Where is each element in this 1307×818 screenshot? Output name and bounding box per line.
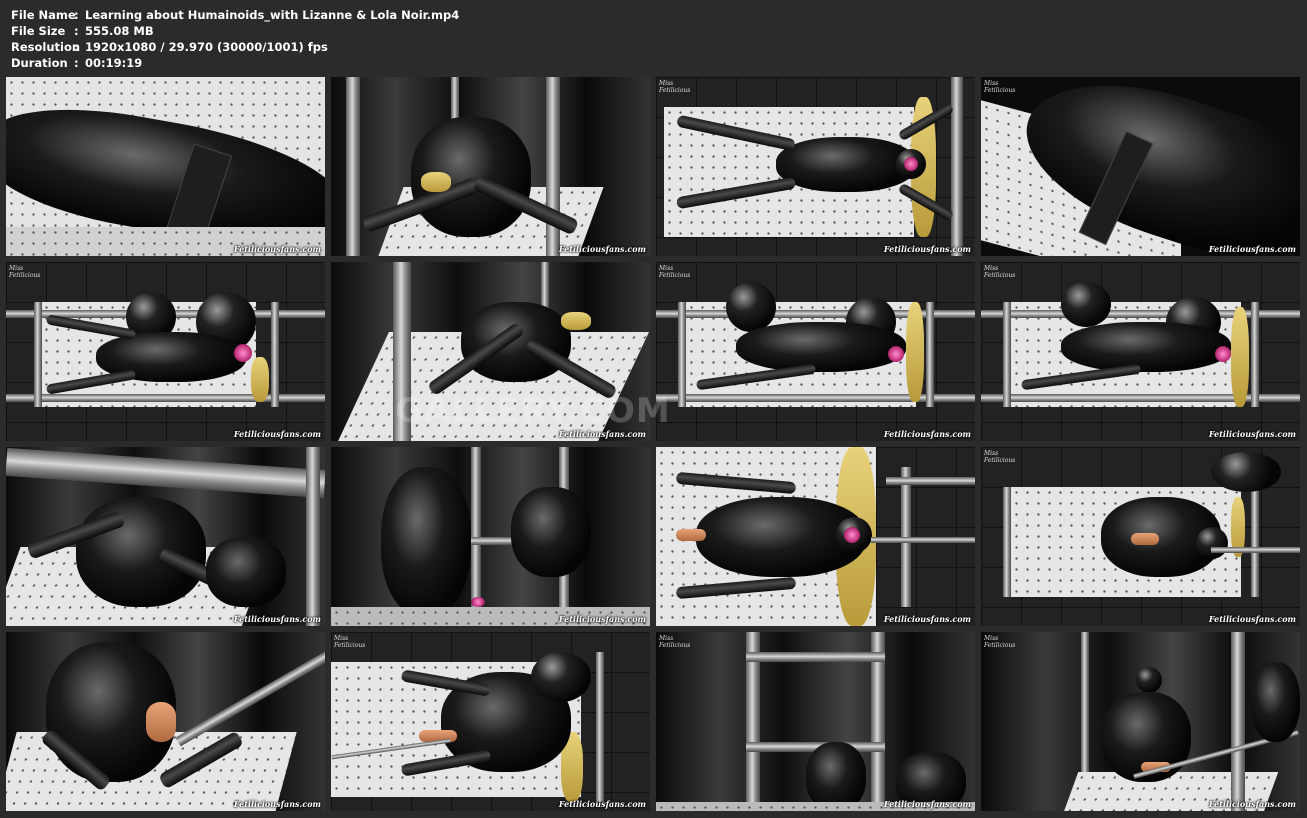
separator: : xyxy=(74,24,79,38)
brand-logo: Miss Fetilicious xyxy=(659,265,691,279)
duration-label: Duration xyxy=(11,56,68,70)
separator: : xyxy=(74,8,79,22)
thumbnail-14[interactable]: Miss Fetilicious Fetiliciousfans.com xyxy=(331,632,650,811)
thumbnail-8[interactable]: Miss Fetilicious Fetiliciousfans.com xyxy=(981,262,1300,441)
separator: : xyxy=(74,56,79,70)
brand-logo: Miss Fetilicious xyxy=(984,635,1016,649)
duration-value: 00:19:19 xyxy=(85,56,143,70)
thumbnail-watermark: Fetiliciousfans.com xyxy=(558,244,646,254)
thumbnail-grid: Fetiliciousfans.com Fetiliciousfans.com … xyxy=(6,77,1302,811)
thumbnail-watermark: Fetiliciousfans.com xyxy=(883,799,971,809)
thumbnail-watermark: Fetiliciousfans.com xyxy=(558,799,646,809)
thumbnail-15[interactable]: Miss Fetilicious Fetiliciousfans.com xyxy=(656,632,975,811)
file-info-panel: File Name : Learning about Humainoids_wi… xyxy=(11,7,459,71)
brand-logo: Miss Fetilicious xyxy=(984,80,1016,94)
thumbnail-watermark: Fetiliciousfans.com xyxy=(558,614,646,624)
thumbnail-5[interactable]: Miss Fetilicious Fetiliciousfans.com xyxy=(6,262,325,441)
thumbnail-watermark: Fetiliciousfans.com xyxy=(1208,614,1296,624)
brand-logo: Miss Fetilicious xyxy=(9,265,41,279)
thumbnail-13[interactable]: Fetiliciousfans.com xyxy=(6,632,325,811)
thumbnail-10[interactable]: Fetiliciousfans.com xyxy=(331,447,650,626)
file-size-value: 555.08 MB xyxy=(85,24,154,38)
thumbnail-watermark: Fetiliciousfans.com xyxy=(883,614,971,624)
thumbnail-3[interactable]: Miss Fetilicious Fetiliciousfans.com xyxy=(656,77,975,256)
resolution-label: Resolution xyxy=(11,40,81,54)
thumbnail-4[interactable]: Miss Fetilicious Fetiliciousfans.com xyxy=(981,77,1300,256)
file-size-row: File Size : 555.08 MB xyxy=(11,23,459,39)
thumbnail-16[interactable]: Miss Fetilicious Fetiliciousfans.com xyxy=(981,632,1300,811)
thumbnail-watermark: Fetiliciousfans.com xyxy=(233,244,321,254)
brand-logo: Miss Fetilicious xyxy=(334,635,366,649)
thumbnail-watermark: Fetiliciousfans.com xyxy=(233,799,321,809)
duration-row: Duration : 00:19:19 xyxy=(11,55,459,71)
brand-logo: Miss Fetilicious xyxy=(659,80,691,94)
thumbnail-12[interactable]: Miss Fetilicious Fetiliciousfans.com xyxy=(981,447,1300,626)
thumbnail-watermark: Fetiliciousfans.com xyxy=(1208,799,1296,809)
brand-logo: Miss Fetilicious xyxy=(984,265,1016,279)
brand-logo: Miss Fetilicious xyxy=(659,635,691,649)
resolution-row: Resolution : 1920x1080 / 29.970 (30000/1… xyxy=(11,39,459,55)
thumbnail-9[interactable]: Fetiliciousfans.com xyxy=(6,447,325,626)
thumbnail-7[interactable]: Miss Fetilicious Fetiliciousfans.com xyxy=(656,262,975,441)
separator: : xyxy=(74,40,79,54)
thumbnail-watermark: Fetiliciousfans.com xyxy=(883,244,971,254)
thumbnail-11[interactable]: Fetiliciousfans.com xyxy=(656,447,975,626)
resolution-value: 1920x1080 / 29.970 (30000/1001) fps xyxy=(85,40,328,54)
thumbnail-watermark: Fetiliciousfans.com xyxy=(883,429,971,439)
thumbnail-watermark: Fetiliciousfans.com xyxy=(233,614,321,624)
file-name-label: File Name xyxy=(11,8,76,22)
file-name-value: Learning about Humainoids_with Lizanne &… xyxy=(85,8,460,22)
overlay-watermark: GALLERY.COM xyxy=(395,391,671,431)
brand-logo: Miss Fetilicious xyxy=(984,450,1016,464)
file-size-label: File Size xyxy=(11,24,66,38)
thumbnail-watermark: Fetiliciousfans.com xyxy=(233,429,321,439)
file-name-row: File Name : Learning about Humainoids_wi… xyxy=(11,7,459,23)
thumbnail-watermark: Fetiliciousfans.com xyxy=(1208,429,1296,439)
thumbnail-2[interactable]: Fetiliciousfans.com xyxy=(331,77,650,256)
thumbnail-watermark: Fetiliciousfans.com xyxy=(1208,244,1296,254)
thumbnail-1[interactable]: Fetiliciousfans.com xyxy=(6,77,325,256)
